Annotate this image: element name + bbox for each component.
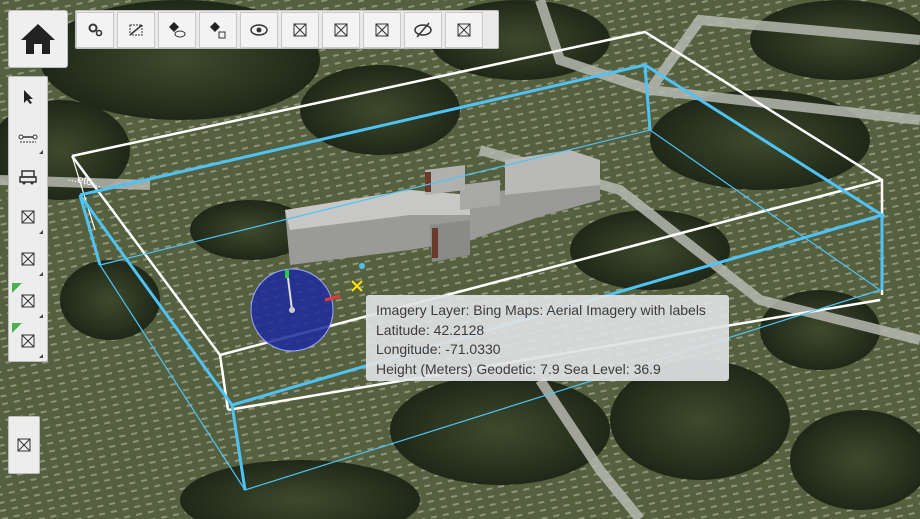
home-icon (21, 24, 55, 54)
imagery-layer-text: Imagery Layer: Bing Maps: Aerial Imagery… (376, 302, 706, 318)
vehicle-icon (19, 170, 37, 185)
map-viewport[interactable] (0, 0, 920, 519)
top-toolbar (75, 10, 499, 49)
active-flag (12, 323, 22, 333)
active-flag (12, 283, 22, 293)
longitude-text: Longitude: -71.0330 (376, 341, 501, 357)
layer-select-button[interactable] (199, 12, 237, 48)
tool-button-7[interactable] (322, 12, 360, 48)
tool-button-8[interactable] (363, 12, 401, 48)
measure-tool-button[interactable] (12, 118, 44, 156)
layer-visibility-button[interactable] (158, 12, 196, 48)
placeholder-icon (293, 23, 307, 37)
placeholder-icon (375, 23, 389, 37)
settings-icon (88, 23, 103, 37)
height-text: Height (Meters) Geodetic: 7.9 Sea Level:… (376, 360, 661, 377)
select-pointer-icon (24, 90, 33, 104)
tool-button-6[interactable] (281, 12, 319, 48)
left-toolbar (8, 76, 48, 362)
home-button[interactable] (8, 10, 68, 68)
anchor-point (359, 263, 365, 269)
measure-line-icon (18, 134, 38, 143)
hide-button[interactable] (404, 12, 442, 48)
select-tool-button[interactable] (12, 78, 44, 116)
eye-off-icon (414, 22, 432, 38)
left-tool-button-4[interactable] (12, 198, 44, 236)
crop-icon (129, 24, 143, 36)
placeholder-icon (21, 334, 35, 348)
placeholder-icon (17, 438, 31, 452)
left-tool-button-5[interactable] (12, 240, 44, 278)
placeholder-icon (457, 23, 471, 37)
vehicle-tool-button[interactable] (12, 158, 44, 196)
latitude-text: Latitude: 42.2128 (376, 321, 485, 338)
settings-button[interactable] (76, 12, 114, 48)
standalone-tool-button[interactable] (8, 416, 40, 474)
pick-info-tooltip: Imagery Layer: Bing Maps: Aerial Imagery… (366, 295, 729, 381)
placeholder-icon (21, 210, 35, 224)
eye-button[interactable] (240, 12, 278, 48)
tool-button-10[interactable] (445, 12, 483, 48)
layer-visibility-icon (169, 22, 186, 38)
left-tool-button-7[interactable] (12, 322, 44, 360)
left-tool-button-6[interactable] (12, 282, 44, 320)
crop-button[interactable] (117, 12, 155, 48)
placeholder-icon (334, 23, 348, 37)
placeholder-icon (21, 294, 35, 308)
placeholder-icon (21, 252, 35, 266)
eye-icon (250, 24, 268, 36)
layer-select-icon (210, 22, 226, 39)
